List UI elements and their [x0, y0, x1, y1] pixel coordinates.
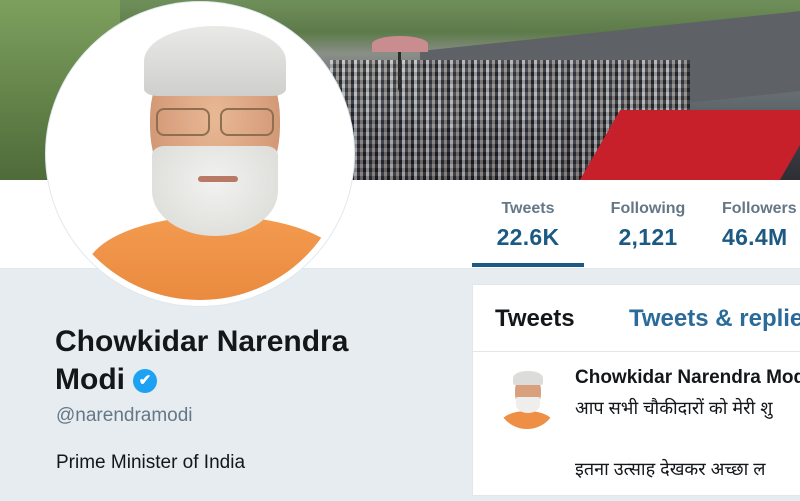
banner-red-carpet — [579, 110, 800, 180]
timeline-tabs: Tweets Tweets & replies — [473, 285, 800, 352]
stat-tweets-value: 22.6K — [496, 224, 560, 250]
tab-tweets-and-replies[interactable]: Tweets & replies — [629, 305, 800, 333]
avatar-mouth — [198, 176, 238, 182]
profile-bio: Prime Minister of India — [56, 452, 246, 473]
tweet-item[interactable]: Chowkidar Narendra Modi आप सभी चौकीदारों… — [473, 351, 800, 501]
stat-followers-label: Followers — [722, 200, 797, 217]
banner-umbrella-pole — [398, 50, 401, 90]
stat-following[interactable]: Following 2,121 — [596, 200, 700, 251]
avatar-glasses — [156, 108, 274, 136]
banner-umbrella — [372, 36, 428, 52]
profile-name-text: Chowkidar Narendra Modi — [55, 325, 349, 396]
stat-followers-value: 46.4M — [722, 224, 788, 250]
tweet-author[interactable]: Chowkidar Narendra Modi — [575, 367, 800, 389]
verified-badge-icon: ✔ — [132, 369, 157, 394]
stat-following-value: 2,121 — [618, 224, 678, 250]
tweet-avatar[interactable] — [497, 369, 557, 429]
stat-following-label: Following — [610, 200, 686, 217]
tab-tweets[interactable]: Tweets — [495, 305, 575, 333]
avatar-hair — [144, 26, 286, 96]
profile-avatar[interactable] — [46, 2, 354, 306]
timeline: Tweets Tweets & replies Chowkidar Narend… — [472, 284, 800, 496]
avatar-beard — [152, 146, 278, 236]
stat-tweets[interactable]: Tweets 22.6K — [478, 200, 578, 251]
profile-handle[interactable]: @narendramodi — [56, 405, 193, 427]
stat-tweets-label: Tweets — [501, 200, 555, 217]
tweet-text-line2: इतना उत्साह देखकर अच्छा ल — [575, 459, 766, 479]
tweet-text-line1: आप सभी चौकीदारों को मेरी शु — [575, 398, 773, 418]
avatar-photo — [52, 8, 348, 300]
active-stat-underline — [472, 263, 584, 267]
stat-followers[interactable]: Followers 46.4M — [722, 200, 800, 251]
profile-name: Chowkidar Narendra Modi ✔ — [55, 323, 385, 399]
